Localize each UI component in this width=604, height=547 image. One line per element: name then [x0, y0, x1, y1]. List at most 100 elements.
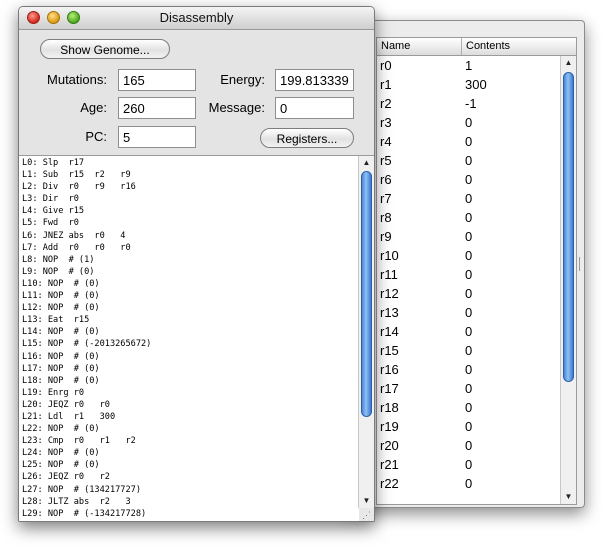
code-scrollbar[interactable]: ▲ ▼	[358, 156, 374, 508]
registers-scrollbar[interactable]: ▲ ▼	[560, 56, 576, 504]
register-value: 0	[465, 476, 473, 491]
register-name: r13	[380, 305, 399, 320]
register-value: 0	[465, 362, 473, 377]
code-line[interactable]: L28: JLTZ abs r2 3	[22, 496, 356, 508]
table-row[interactable]: r12 0	[377, 284, 560, 303]
table-row[interactable]: r22 0	[377, 474, 560, 493]
energy-field[interactable]: 199.813339	[275, 69, 354, 91]
register-name: r11	[380, 267, 398, 282]
code-line[interactable]: L12: NOP # (0)	[22, 302, 356, 314]
show-genome-button[interactable]: Show Genome...	[40, 39, 170, 59]
scroll-thumb[interactable]	[361, 171, 372, 417]
code-line[interactable]: L6: JNEZ abs r0 4	[22, 230, 356, 242]
register-name: r20	[380, 438, 399, 453]
table-row[interactable]: r4 0	[377, 132, 560, 151]
register-value: 0	[465, 419, 473, 434]
close-button[interactable]	[27, 11, 40, 24]
code-line[interactable]: L11: NOP # (0)	[22, 290, 356, 302]
register-value: 0	[465, 343, 473, 358]
table-row[interactable]: r15 0	[377, 341, 560, 360]
code-line[interactable]: L29: NOP # (-134217728)	[22, 508, 356, 520]
code-line[interactable]: L26: JEQZ r0 r2	[22, 471, 356, 483]
minimize-button[interactable]	[47, 11, 60, 24]
window-edge-handle[interactable]	[579, 257, 584, 271]
code-line[interactable]: L24: NOP # (0)	[22, 447, 356, 459]
code-listing[interactable]: L0: Slp r17 L1: Sub r15 r2 r9 L2: Div r0 r…	[22, 157, 356, 520]
code-line[interactable]: L17: NOP # (0)	[22, 363, 356, 375]
code-line[interactable]: L4: Give r15	[22, 205, 356, 217]
code-line[interactable]: L0: Slp r17	[22, 157, 356, 169]
code-line[interactable]: L20: JEQZ r0 r0	[22, 399, 356, 411]
message-field[interactable]: 0	[275, 97, 354, 119]
table-row[interactable]: r21 0	[377, 455, 560, 474]
code-line[interactable]: L9: NOP # (0)	[22, 266, 356, 278]
table-row[interactable]: r17 0	[377, 379, 560, 398]
column-header-name[interactable]: Name	[377, 38, 462, 55]
register-value: -1	[465, 96, 477, 111]
register-name: r0	[380, 58, 392, 73]
resize-grip-icon[interactable]: ⋰	[359, 508, 374, 521]
disassembly-code-view[interactable]: L0: Slp r17 L1: Sub r15 r2 r9 L2: Div r0 r…	[19, 155, 374, 521]
register-name: r6	[380, 172, 392, 187]
code-line[interactable]: L2: Div r0 r9 r16	[22, 181, 356, 193]
table-row[interactable]: r2 -1	[377, 94, 560, 113]
column-header-contents[interactable]: Contents	[462, 38, 576, 55]
table-row[interactable]: r10 0	[377, 246, 560, 265]
age-field[interactable]: 260	[118, 97, 196, 119]
registers-rows: r0 1 r1 300 r2 -1 r3 0 r4 0 r5 0 r6 0 r7 0 r8 0 r9 0 r10 0 r11…	[377, 56, 560, 493]
scroll-down-arrow-icon[interactable]: ▼	[359, 494, 374, 508]
registers-table: Name Contents r0 1 r1 300 r2 -1 r3 0 r4 0 r5 0 r6 0 r7…	[376, 37, 577, 505]
register-name: r2	[380, 96, 392, 111]
table-row[interactable]: r16 0	[377, 360, 560, 379]
table-row[interactable]: r8 0	[377, 208, 560, 227]
register-name: r15	[380, 343, 399, 358]
mutations-field[interactable]: 165	[118, 69, 196, 91]
register-name: r8	[380, 210, 392, 225]
table-row[interactable]: r13 0	[377, 303, 560, 322]
scroll-up-arrow-icon[interactable]: ▲	[561, 56, 576, 70]
table-row[interactable]: r1 300	[377, 75, 560, 94]
table-row[interactable]: r3 0	[377, 113, 560, 132]
code-line[interactable]: L27: NOP # (134217727)	[22, 484, 356, 496]
scroll-down-arrow-icon[interactable]: ▼	[561, 490, 576, 504]
code-line[interactable]: L3: Dir r0	[22, 193, 356, 205]
register-name: r16	[380, 362, 399, 377]
code-line[interactable]: L13: Eat r15	[22, 314, 356, 326]
title-bar[interactable]: Disassembly	[19, 7, 374, 30]
code-line[interactable]: L15: NOP # (-2013265672)	[22, 338, 356, 350]
register-value: 0	[465, 134, 473, 149]
code-line[interactable]: L19: Enrg r0	[22, 387, 356, 399]
code-line[interactable]: L14: NOP # (0)	[22, 326, 356, 338]
code-line[interactable]: L25: NOP # (0)	[22, 459, 356, 471]
register-name: r19	[380, 419, 399, 434]
table-row[interactable]: r20 0	[377, 436, 560, 455]
register-value: 0	[465, 172, 473, 187]
scroll-up-arrow-icon[interactable]: ▲	[359, 156, 374, 170]
code-line[interactable]: L10: NOP # (0)	[22, 278, 356, 290]
register-value: 1	[465, 58, 473, 73]
code-line[interactable]: L23: Cmp r0 r1 r2	[22, 435, 356, 447]
code-line[interactable]: L18: NOP # (0)	[22, 375, 356, 387]
table-row[interactable]: r19 0	[377, 417, 560, 436]
table-row[interactable]: r5 0	[377, 151, 560, 170]
table-row[interactable]: r7 0	[377, 189, 560, 208]
pc-field[interactable]: 5	[118, 126, 196, 148]
table-row[interactable]: r11 0	[377, 265, 560, 284]
registers-button[interactable]: Registers...	[260, 128, 354, 148]
code-line[interactable]: L7: Add r0 r0 r0	[22, 242, 356, 254]
code-line[interactable]: L22: NOP # (0)	[22, 423, 356, 435]
code-line[interactable]: L21: Ldl r1 300	[22, 411, 356, 423]
table-row[interactable]: r0 1	[377, 56, 560, 75]
table-row[interactable]: r6 0	[377, 170, 560, 189]
zoom-button[interactable]	[67, 11, 80, 24]
code-line[interactable]: L5: Fwd r0	[22, 217, 356, 229]
code-line[interactable]: L8: NOP # (1)	[22, 254, 356, 266]
table-row[interactable]: r14 0	[377, 322, 560, 341]
scroll-thumb[interactable]	[563, 72, 574, 382]
table-row[interactable]: r18 0	[377, 398, 560, 417]
table-row[interactable]: r9 0	[377, 227, 560, 246]
code-line[interactable]: L1: Sub r15 r2 r9	[22, 169, 356, 181]
code-line[interactable]: L16: NOP # (0)	[22, 351, 356, 363]
age-label: Age:	[80, 100, 107, 115]
register-value: 0	[465, 305, 473, 320]
